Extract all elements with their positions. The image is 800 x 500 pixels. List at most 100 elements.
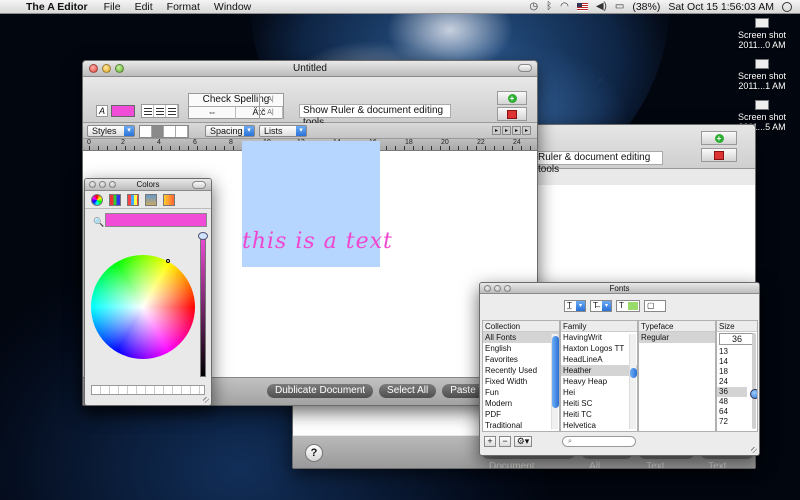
format-align-center-button[interactable]: [152, 126, 164, 137]
minimize-button[interactable]: [494, 285, 501, 292]
color-wheel-cursor[interactable]: [166, 259, 170, 263]
duplicate-document-button[interactable]: Dublicate Document: [267, 384, 374, 398]
collection-item[interactable]: Traditional: [483, 420, 559, 431]
show-ruler-button[interactable]: Ruler & document editing tools: [533, 151, 663, 175]
typeface-item[interactable]: Regular: [639, 332, 715, 343]
menu-edit[interactable]: Edit: [135, 1, 153, 13]
crayons-mode-icon[interactable]: [163, 194, 175, 206]
show-ruler-button[interactable]: Show Ruler & document editing tools: [299, 104, 451, 128]
font-search-field[interactable]: ⌕: [562, 436, 636, 447]
family-item[interactable]: Heavy Heap: [561, 376, 637, 387]
add-collection-button[interactable]: +: [484, 436, 496, 447]
text-selection-highlight[interactable]: this is a text: [242, 141, 392, 267]
zoom-button[interactable]: [115, 64, 124, 73]
main-titlebar[interactable]: Untitled: [83, 61, 537, 77]
collection-item[interactable]: PDF: [483, 409, 559, 420]
fonts-titlebar[interactable]: Fonts: [480, 283, 759, 294]
new-document-button[interactable]: +: [497, 91, 527, 105]
close-button[interactable]: [89, 64, 98, 73]
new-document-button[interactable]: +: [701, 131, 737, 145]
font-size-field[interactable]: 36: [719, 333, 755, 345]
scroll-thumb[interactable]: [630, 368, 637, 378]
minimize-button[interactable]: [102, 64, 111, 73]
document-text[interactable]: this is a text: [242, 229, 393, 254]
color-wheel[interactable]: [91, 255, 195, 359]
family-item[interactable]: Hei: [561, 387, 637, 398]
close-button[interactable]: [89, 181, 96, 188]
collection-scrollbar[interactable]: [551, 334, 559, 429]
size-item[interactable]: 13: [717, 347, 747, 357]
resize-grip-icon[interactable]: [751, 447, 757, 453]
font-size-slider-knob[interactable]: [750, 389, 757, 399]
spacing-popup[interactable]: Spacing ▾: [205, 125, 255, 137]
desktop-file[interactable]: Screen shot 2011...1 AM: [732, 59, 792, 91]
minimize-button[interactable]: [99, 181, 106, 188]
format-align-left-button[interactable]: [140, 126, 152, 137]
battery-percentage[interactable]: (38%): [632, 1, 660, 13]
colors-titlebar[interactable]: Colors: [85, 179, 211, 191]
zoom-button[interactable]: [109, 181, 116, 188]
align-left-button[interactable]: [142, 105, 154, 117]
current-color-well[interactable]: [105, 213, 207, 227]
zoom-button[interactable]: [504, 285, 511, 292]
family-item[interactable]: Helvetica: [561, 420, 637, 431]
toolbar-toggle-button[interactable]: [192, 181, 206, 189]
gear-icon[interactable]: ⚙▾: [514, 436, 532, 447]
save-button[interactable]: [701, 148, 737, 162]
collection-item[interactable]: All Fonts: [483, 332, 559, 343]
typeface-column[interactable]: Typeface Regular: [638, 320, 716, 432]
lists-popup[interactable]: Lists ▾: [259, 125, 307, 137]
format-align-right-button[interactable]: [176, 126, 188, 137]
strikethrough-popup[interactable]: T̶ ▾: [590, 300, 612, 312]
family-item[interactable]: Heiti SC: [561, 398, 637, 409]
bluetooth-icon[interactable]: ᛒ: [546, 1, 552, 12]
resize-grip-icon[interactable]: [203, 397, 209, 403]
wifi-icon[interactable]: ◠: [560, 1, 569, 12]
desktop-file[interactable]: Screen shot 2011...0 AM: [732, 18, 792, 50]
font-italic-a-icon[interactable]: A: [96, 105, 108, 117]
align-justify-button[interactable]: [166, 105, 178, 117]
collection-item[interactable]: English: [483, 343, 559, 354]
size-item[interactable]: 72: [717, 417, 747, 427]
collection-item[interactable]: Favorites: [483, 354, 559, 365]
size-item[interactable]: 18: [717, 367, 747, 377]
transform-button[interactable]: ⇔: [189, 107, 236, 119]
magnifier-icon[interactable]: 🔍: [93, 217, 104, 228]
menu-format[interactable]: Format: [167, 1, 200, 13]
collection-item[interactable]: Fun: [483, 387, 559, 398]
color-wheel-mode-icon[interactable]: [91, 194, 103, 206]
tab-stop-decimal-icon[interactable]: ▸: [522, 126, 531, 135]
underline-popup[interactable]: T̲ ▾: [564, 300, 586, 312]
collection-column[interactable]: Collection All Fonts English Favorites R…: [482, 320, 560, 432]
help-button[interactable]: ?: [305, 444, 323, 462]
time-machine-icon[interactable]: ◷: [529, 1, 538, 12]
size-item[interactable]: 14: [717, 357, 747, 367]
brightness-slider-knob[interactable]: [198, 232, 208, 240]
menu-window[interactable]: Window: [214, 1, 251, 13]
volume-icon[interactable]: ◀): [596, 1, 607, 12]
size-item[interactable]: 48: [717, 397, 747, 407]
tab-stop-left-icon[interactable]: ▸: [492, 126, 501, 135]
font-size-up-button[interactable]: A|: [260, 93, 281, 106]
tab-stop-right-icon[interactable]: ▸: [512, 126, 521, 135]
select-all-button[interactable]: Select All: [379, 384, 437, 398]
format-align-justify-button[interactable]: [164, 126, 176, 137]
size-column[interactable]: Size 36 13 14 18 24 36 48 64 72: [716, 320, 758, 432]
text-color-well[interactable]: [111, 105, 135, 117]
family-item[interactable]: Haxton Logos TT: [561, 343, 637, 354]
family-item[interactable]: Heather: [561, 365, 637, 376]
toolbar-toggle-button[interactable]: [518, 64, 532, 72]
colors-panel[interactable]: Colors 🔍: [84, 178, 212, 406]
menubar-clock[interactable]: Sat Oct 15 1:56:03 AM: [668, 1, 774, 13]
color-swatches[interactable]: [91, 385, 205, 395]
size-item[interactable]: 24: [717, 377, 747, 387]
fonts-panel[interactable]: Fonts T̲ ▾ T̶ ▾ T ▢ Collection All Fonts E…: [479, 282, 760, 456]
collection-item[interactable]: Modern: [483, 398, 559, 409]
family-item[interactable]: HavingWrit: [561, 332, 637, 343]
text-color-button[interactable]: T: [616, 300, 640, 312]
styles-popup[interactable]: Styles ▾: [87, 125, 135, 137]
tab-stop-center-icon[interactable]: ▸: [502, 126, 511, 135]
collection-item[interactable]: Fixed Width: [483, 376, 559, 387]
family-column[interactable]: Family HavingWrit Haxton Logos TT HeadLi…: [560, 320, 638, 432]
font-size-down-button[interactable]: A|: [260, 106, 281, 119]
